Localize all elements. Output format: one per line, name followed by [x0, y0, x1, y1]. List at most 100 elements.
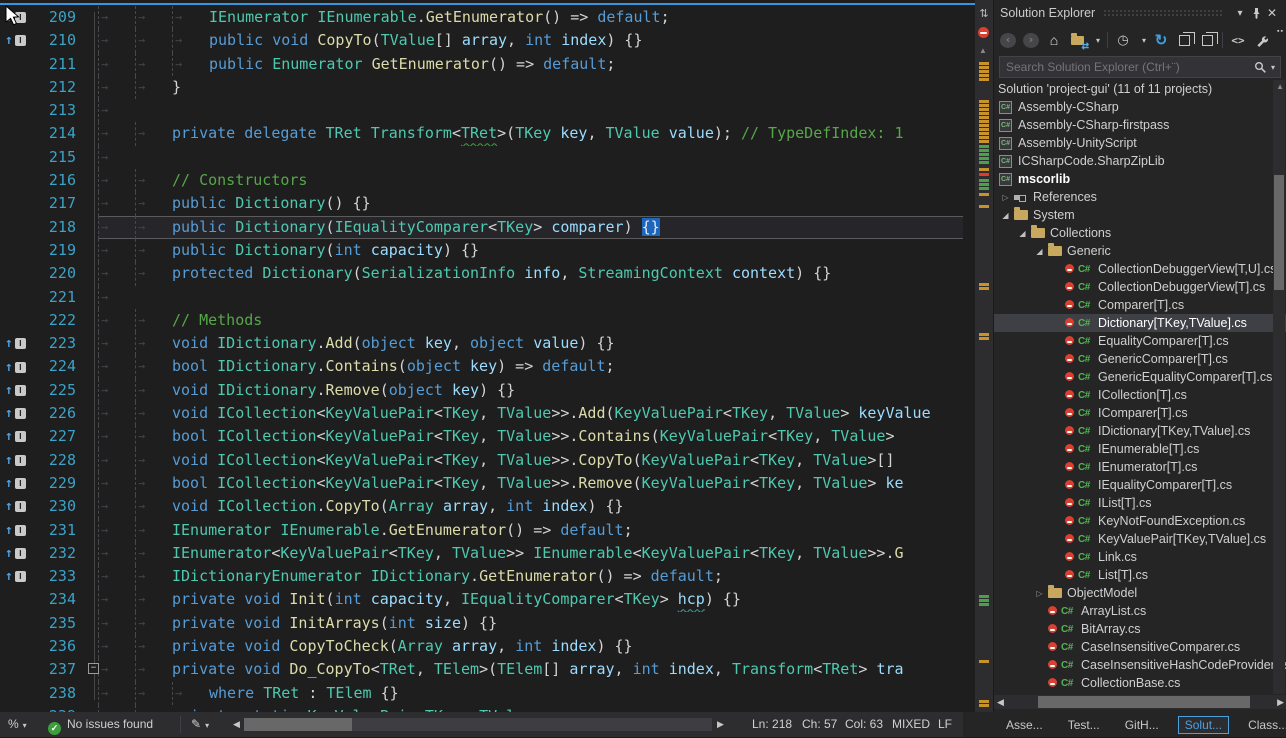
code-line[interactable]: ↑I231→→IEnumerator IEnumerable.GetEnumer…	[0, 519, 963, 542]
code-line[interactable]: 215→	[0, 146, 963, 169]
code-line[interactable]: ↑I233→→IDictionaryEnumerator IDictionary…	[0, 565, 963, 588]
code-line[interactable]: 212→→}	[0, 76, 963, 99]
tree-item-file[interactable]: C#CollectionDebuggerView[T].cs	[994, 278, 1286, 296]
outlining-margin[interactable]	[84, 519, 98, 542]
tree-item-file[interactable]: C#IList[T].cs	[994, 494, 1286, 512]
zoom-control[interactable]: %▾	[8, 712, 27, 737]
collapse-all-icon[interactable]	[1176, 31, 1192, 49]
line-number[interactable]: 237	[28, 658, 84, 681]
glyph-margin[interactable]	[0, 658, 28, 681]
tree-item-project[interactable]: C#ICSharpCode.SharpZipLib	[994, 152, 1286, 170]
line-indicator[interactable]: Ln: 218	[752, 712, 792, 737]
search-icon[interactable]	[1254, 61, 1267, 74]
line-number[interactable]: 235	[28, 612, 84, 635]
glyph-margin[interactable]	[0, 122, 28, 145]
code-text[interactable]: →→private void Do_CopyTo<TRet, TElem>(TE…	[98, 658, 963, 681]
outlining-margin[interactable]	[84, 29, 98, 52]
pin-icon[interactable]	[1248, 5, 1264, 21]
properties-icon[interactable]	[1253, 31, 1269, 49]
code-text[interactable]: →	[98, 99, 963, 122]
code-cleanup-icon[interactable]: ✎▾	[191, 712, 209, 737]
tree-item-references[interactable]: ▷References	[994, 188, 1286, 206]
code-text[interactable]: →→private void Init(int capacity, IEqual…	[98, 588, 963, 611]
line-number[interactable]: 222	[28, 309, 84, 332]
line-number[interactable]: 210	[28, 29, 84, 52]
outlining-margin[interactable]	[84, 379, 98, 402]
line-number[interactable]: 229	[28, 472, 84, 495]
implements-interface-icon[interactable]: ↑	[5, 407, 13, 420]
line-ending-indicator[interactable]: LF	[938, 712, 952, 737]
glyph-margin[interactable]: ↑I	[0, 402, 28, 425]
sync-dropdown-icon[interactable]: ▾	[1096, 36, 1100, 45]
tree-item-file[interactable]: C#ArrayList.cs	[994, 602, 1286, 620]
solution-explorer-titlebar[interactable]: Solution Explorer ▾ ✕	[994, 0, 1286, 26]
code-line[interactable]: ↑I210→→→public void CopyTo(TValue[] arra…	[0, 29, 963, 52]
outlining-margin[interactable]	[84, 495, 98, 518]
collapse-region-icon[interactable]: −	[88, 663, 99, 674]
code-text[interactable]: →→public Dictionary(int capacity) {}	[98, 239, 963, 262]
implements-interface-icon[interactable]: ↑	[5, 570, 13, 583]
glyph-margin[interactable]	[0, 192, 28, 215]
search-options-icon[interactable]: ▾	[1271, 63, 1275, 72]
code-line[interactable]: 220→→protected Dictionary(SerializationI…	[0, 262, 963, 285]
editor-vertical-scrollbar[interactable]: ⇅ ▲	[975, 0, 993, 712]
code-line[interactable]: 238→→→where TRet : TElem {}	[0, 682, 963, 705]
code-line[interactable]: ↑I232→→IEnumerator<KeyValuePair<TKey, TV…	[0, 542, 963, 565]
document-health-error-icon[interactable]	[978, 27, 989, 38]
code-line[interactable]: ↑I228→→void ICollection<KeyValuePair<TKe…	[0, 449, 963, 472]
tree-item-folder[interactable]: ◢Generic	[994, 242, 1286, 260]
outlining-margin[interactable]	[84, 262, 98, 285]
tree-item-file[interactable]: C#List[T].cs	[994, 566, 1286, 584]
line-number[interactable]: 221	[28, 286, 84, 309]
code-line[interactable]: 211→→→public Enumerator GetEnumerator() …	[0, 53, 963, 76]
line-number[interactable]: 213	[28, 99, 84, 122]
line-number[interactable]: 228	[28, 449, 84, 472]
code-text[interactable]: →→private void CopyToCheck(Array array, …	[98, 635, 963, 658]
encoding-indicator[interactable]: MIXED	[892, 712, 930, 737]
scrollbar-thumb[interactable]	[244, 718, 352, 731]
glyph-margin[interactable]: ↑I	[0, 519, 28, 542]
code-line[interactable]: 214→→private delegate TRet Transform<TRe…	[0, 122, 963, 145]
glyph-margin[interactable]: ↑I	[0, 542, 28, 565]
code-text[interactable]: →	[98, 286, 963, 309]
collapsed-chevron-icon[interactable]: ▷	[1031, 589, 1048, 598]
outlining-margin[interactable]	[84, 449, 98, 472]
code-text[interactable]: →→bool ICollection<KeyValuePair<TKey, TV…	[98, 472, 963, 495]
line-number[interactable]: 217	[28, 192, 84, 215]
line-number[interactable]: 223	[28, 332, 84, 355]
tree-item-file[interactable]: C#CollectionBase.cs	[994, 674, 1286, 692]
line-number[interactable]: 239	[28, 705, 84, 712]
line-number[interactable]: 233	[28, 565, 84, 588]
code-line[interactable]: 236→→private void CopyToCheck(Array arra…	[0, 635, 963, 658]
tree-item-file[interactable]: C#GenericComparer[T].cs	[994, 350, 1286, 368]
glyph-margin[interactable]	[0, 705, 28, 712]
line-number[interactable]: 212	[28, 76, 84, 99]
code-line[interactable]: 237 →→private void Do_CopyTo<TRet, TElem>…	[0, 658, 963, 681]
code-line[interactable]: ↑I209→→→IEnumerator IEnumerable.GetEnume…	[0, 6, 963, 29]
tree-item-file[interactable]: C#CollectionDebuggerView[T,U].cs	[994, 260, 1286, 278]
close-icon[interactable]: ✕	[1264, 5, 1280, 21]
code-text[interactable]: →→IDictionaryEnumerator IDictionary.GetE…	[98, 565, 963, 588]
tree-item-file[interactable]: C#IEnumerator[T].cs	[994, 458, 1286, 476]
scroll-right-icon[interactable]: ▶	[1277, 697, 1284, 708]
glyph-margin[interactable]: ↑I	[0, 29, 28, 52]
code-text[interactable]: →→IEnumerator IEnumerable.GetEnumerator(…	[98, 519, 963, 542]
code-line[interactable]: 222→→// Methods	[0, 309, 963, 332]
line-number[interactable]: 232	[28, 542, 84, 565]
tree-item-file[interactable]: C#IDictionary[TKey,TValue].cs	[994, 422, 1286, 440]
code-text[interactable]: →→protected Dictionary(SerializationInfo…	[98, 262, 963, 285]
show-all-files-icon[interactable]	[1199, 31, 1215, 49]
line-number[interactable]: 234	[28, 588, 84, 611]
code-line[interactable]: 234 →→private void Init(int capacity, IEq…	[0, 588, 963, 611]
line-number[interactable]: 226	[28, 402, 84, 425]
tree-item-folder[interactable]: ◢Collections	[994, 224, 1286, 242]
forward-icon[interactable]: ›	[1023, 33, 1039, 48]
toolbar-overflow-icon[interactable]: ▪▪	[1277, 28, 1284, 35]
tree-item-folder[interactable]: ▷ObjectModel	[994, 584, 1286, 602]
glyph-margin[interactable]: ↑I	[0, 355, 28, 378]
outlining-margin[interactable]	[84, 216, 98, 239]
tree-item-file[interactable]: C#Comparer[T].cs	[994, 296, 1286, 314]
scrollbar-thumb[interactable]	[1038, 696, 1250, 708]
outlining-margin[interactable]	[84, 76, 98, 99]
implements-interface-icon[interactable]: ↑	[5, 361, 13, 374]
